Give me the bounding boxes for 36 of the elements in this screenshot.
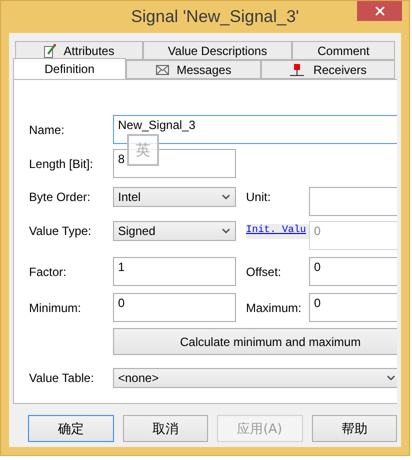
value-table-dropdown[interactable]: <none> <box>113 368 397 388</box>
number-field[interactable]: 0 <box>309 293 397 322</box>
field-label: Unit: <box>246 190 272 204</box>
name-field[interactable]: New_Signal_3 <box>113 115 397 144</box>
tab[interactable]: Comment <box>292 41 395 60</box>
field-label: Name: <box>29 122 66 136</box>
byte-order-dropdown[interactable]: Intel <box>113 187 236 207</box>
unit-field[interactable] <box>309 187 397 216</box>
number-field[interactable]: 0 <box>309 257 397 286</box>
field-label: Minimum: <box>29 300 82 314</box>
envelope-icon <box>156 64 169 74</box>
field-label: Value Type: <box>29 224 92 238</box>
calculate-button[interactable]: Calculate minimum and maximum <box>113 328 397 355</box>
pencil-note-icon <box>44 44 56 58</box>
number-field[interactable]: 0 <box>113 293 236 322</box>
pin-icon <box>289 64 306 76</box>
field-label: Length [Bit]: <box>29 156 94 170</box>
tab[interactable]: Value Descriptions <box>143 41 292 60</box>
dialog-button[interactable]: 取消 <box>122 415 208 442</box>
dialog-button[interactable]: 帮助 <box>312 415 397 442</box>
tab[interactable]: Receivers <box>261 60 395 79</box>
field-label: Factor: <box>29 264 68 278</box>
number-field[interactable]: 1 <box>113 257 236 286</box>
tab[interactable]: Messages <box>126 60 261 79</box>
window-title: Signal 'New_Signal_3' <box>130 7 300 27</box>
field-label: Offset: <box>246 264 282 278</box>
field-label: Maximum: <box>246 300 302 314</box>
ime-indicator: 英 <box>127 134 159 166</box>
tab[interactable]: Definition <box>13 58 126 79</box>
field-label: Byte Order: <box>29 190 92 204</box>
value-type-dropdown[interactable]: Signed <box>113 221 236 241</box>
field-label: Value Table: <box>29 371 95 385</box>
close-icon <box>372 4 386 18</box>
close-button[interactable] <box>357 1 402 21</box>
tab[interactable]: Attributes <box>15 41 143 60</box>
dialog-button[interactable]: 确定 <box>28 415 114 442</box>
